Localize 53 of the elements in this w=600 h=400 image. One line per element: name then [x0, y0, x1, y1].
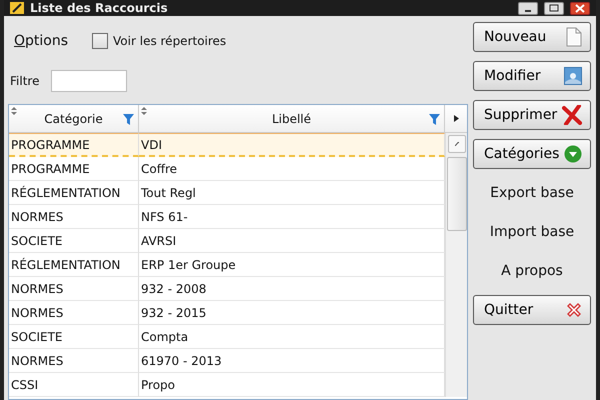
menu-link[interactable]: A propos	[501, 256, 563, 286]
action-button[interactable]: Quitter	[473, 295, 591, 325]
table-cell[interactable]: 932 - 2015	[139, 301, 445, 325]
close-icon	[566, 302, 582, 318]
table-cell[interactable]: NFS 61-	[139, 205, 445, 229]
table-cell[interactable]: RÉGLEMENTATION	[9, 253, 139, 277]
table-cell[interactable]: NORMES	[9, 349, 139, 373]
maximize-icon	[549, 4, 559, 12]
table-cell[interactable]: 61970 - 2013	[139, 349, 445, 373]
scrollbar-thumb[interactable]	[446, 157, 466, 231]
action-button[interactable]: Catégories	[473, 139, 591, 169]
filter-field[interactable]	[51, 70, 128, 92]
document-icon	[566, 27, 582, 47]
action-button[interactable]: Modifier	[473, 61, 591, 91]
window-title: Liste des Raccourcis	[30, 1, 168, 15]
table-cell[interactable]: NORMES	[9, 205, 139, 229]
close-icon	[575, 4, 585, 12]
menu-link[interactable]: Export base	[490, 178, 574, 208]
table-cell[interactable]: AVRSI	[139, 229, 445, 253]
table-cell[interactable]: 932 - 2008	[139, 277, 445, 301]
table-cell[interactable]: CSSI	[9, 373, 139, 397]
action-button[interactable]: Nouveau	[473, 22, 591, 52]
table-cell[interactable]: ERP 1er Groupe	[139, 253, 445, 277]
filter-label: Filtre	[10, 74, 40, 88]
maximize-button[interactable]	[544, 2, 564, 14]
minimize-button[interactable]	[518, 2, 538, 14]
table-cell[interactable]: PROGRAMME	[9, 157, 139, 181]
table-cell[interactable]: NORMES	[9, 301, 139, 325]
sort-icon	[141, 107, 147, 115]
table-cell[interactable]: SOCIETE	[9, 325, 139, 349]
right-arrow-icon	[454, 115, 458, 122]
table-cell[interactable]: PROGRAMME	[9, 133, 139, 157]
table-cell[interactable]: VDI	[139, 133, 445, 157]
table-cell[interactable]: Tout Regl	[139, 181, 445, 205]
table-cell[interactable]: RÉGLEMENTATION	[9, 181, 139, 205]
sort-icon	[11, 107, 17, 115]
table-cell[interactable]: SOCIETE	[9, 229, 139, 253]
checkbox-label[interactable]: Voir les répertoires	[113, 34, 226, 48]
close-button[interactable]	[570, 2, 590, 14]
table-cell[interactable]: NORMES	[9, 277, 139, 301]
table-cell[interactable]: Coffre	[139, 157, 445, 181]
cross-icon	[562, 105, 582, 125]
column-header[interactable]: Libellé	[139, 105, 445, 133]
options-menu[interactable]: Options	[14, 33, 68, 49]
action-button[interactable]: Supprimer	[473, 100, 591, 130]
filter-icon	[123, 114, 134, 125]
picture-icon	[564, 67, 582, 85]
table-cell[interactable]: Compta	[139, 325, 445, 349]
filter-icon	[429, 114, 440, 125]
menu-link[interactable]: Import base	[490, 217, 574, 247]
checkbox[interactable]	[92, 33, 108, 49]
column-header[interactable]: Catégorie	[9, 105, 139, 133]
table-cell[interactable]: Propo	[139, 373, 445, 397]
